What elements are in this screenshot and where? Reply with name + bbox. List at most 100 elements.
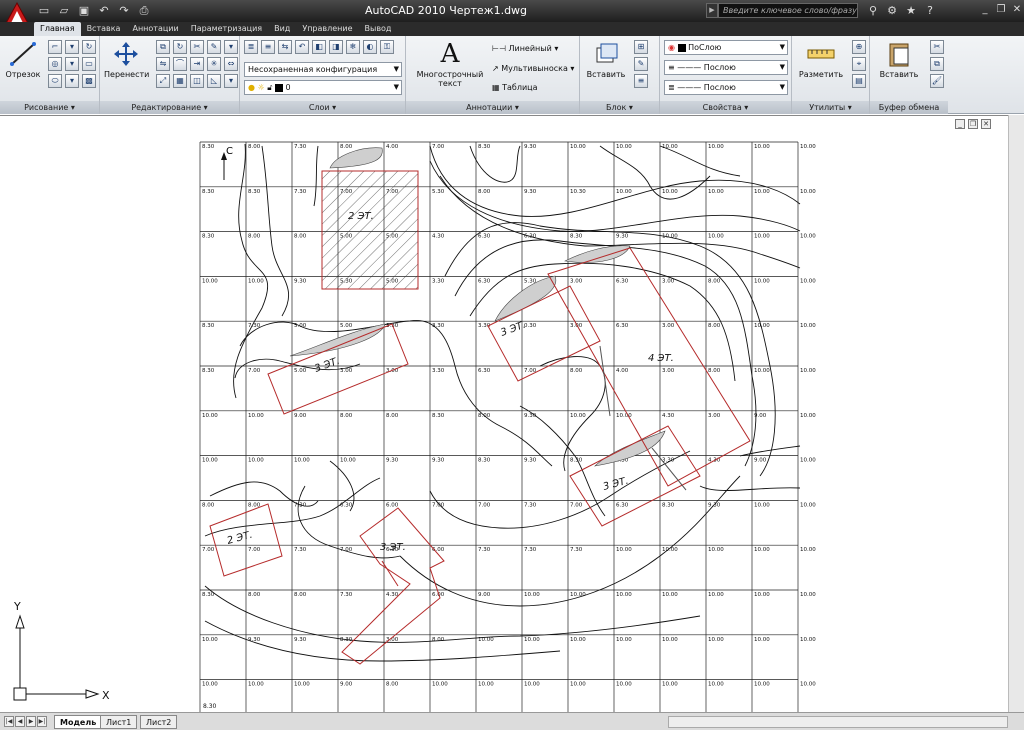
next-layout-icon[interactable]: ▶ [26,716,36,727]
match-properties-icon[interactable]: 🖌︎ [930,74,944,88]
linetype-dropdown[interactable]: ≡ ——— Послою ▼ [664,60,788,75]
tab-manage[interactable]: Управление [296,22,358,36]
vertical-scrollbar[interactable] [1008,115,1024,712]
calculator-icon[interactable]: ▤ [852,74,866,88]
star-icon[interactable]: ★ [904,3,918,18]
fillet-icon[interactable]: ⌒ [173,57,187,71]
open-icon[interactable]: ▱ [56,3,72,18]
offset-icon[interactable]: ◫ [190,74,204,88]
multiline-text-button[interactable]: A Многострочный текст [410,40,490,88]
gear-icon[interactable]: ⚙ [885,3,899,18]
layer-freeze-icon[interactable]: ❄ [346,40,360,54]
panel-modify-title[interactable]: Редактирование ▾ [100,101,239,114]
color-dropdown[interactable]: ◉ ПоСлою ▼ [664,40,788,55]
panel-annotation-title[interactable]: Аннотации ▾ [406,101,579,114]
line-button[interactable]: Отрезок [4,40,42,79]
trim-icon[interactable]: ✂ [190,40,204,54]
id-point-icon[interactable]: ⌖ [852,57,866,71]
last-layout-icon[interactable]: ▶| [37,716,47,727]
array-icon[interactable]: ▦ [173,74,187,88]
panel-draw-title[interactable]: Рисование ▾ [0,101,99,114]
move-button[interactable]: Перенести [104,40,149,79]
block-attributes-icon[interactable]: ≡ [634,74,648,88]
drawing-minimize-icon[interactable]: _ [955,119,965,129]
ellipse-dropdown-icon[interactable]: ▾ [65,74,79,88]
drawing-restore-icon[interactable]: ❐ [968,119,978,129]
hatch-icon[interactable]: ▩ [82,74,96,88]
rectangle-icon[interactable]: ▭ [82,57,96,71]
rotate-icon[interactable]: ↻ [173,40,187,54]
layer-properties-icon[interactable]: ≣ [244,40,258,54]
layer-previous-icon[interactable]: ↶ [295,40,309,54]
circle-icon[interactable]: ◎ [48,57,62,71]
explode-icon[interactable]: ✳ [207,57,221,71]
tab-view[interactable]: Вид [268,22,296,36]
layer-off-icon[interactable]: ◐ [363,40,377,54]
tab-home[interactable]: Главная [34,22,81,36]
lineweight-dropdown[interactable]: ≣ ——— Послою ▼ [664,80,788,95]
layout-tab-sheet1[interactable]: Лист1 [100,715,138,729]
close-icon[interactable]: ✕ [1010,3,1024,17]
save-icon[interactable]: ▣ [76,3,92,18]
minimize-icon[interactable]: _ [978,3,992,17]
panel-utilities-title[interactable]: Утилиты ▾ [792,101,869,114]
panel-block-title[interactable]: Блок ▾ [580,101,659,114]
modify-more-icon[interactable]: ▾ [224,74,238,88]
undo-icon[interactable]: ↶ [96,3,112,18]
restore-icon[interactable]: ❐ [994,3,1008,17]
ellipse-icon[interactable]: ⬭ [48,74,62,88]
help-icon[interactable]: ? [923,3,937,18]
multileader-button[interactable]: ↗ Мультивыноска ▾ [492,64,574,73]
chamfer-icon[interactable]: ◺ [207,74,221,88]
grid-elevation-label: 7.30 [340,592,353,598]
layout-tab-model[interactable]: Модель [54,715,103,729]
paste-button[interactable]: Вставить [874,40,924,79]
horizontal-scrollbar[interactable] [668,716,1008,728]
insert-block-button[interactable]: Вставить [584,40,628,79]
table-button[interactable]: ▦ Таблица [492,83,538,92]
linear-dimension-button[interactable]: ⊢⊣ Линейный ▾ [492,44,558,53]
layer-unisolate-icon[interactable]: ◨ [329,40,343,54]
layer-lock-icon[interactable]: ⚿ [380,40,394,54]
circle-dropdown-icon[interactable]: ▾ [65,57,79,71]
search-expand-icon[interactable]: ▶ [706,3,718,18]
new-icon[interactable]: ▭ [36,3,52,18]
erase-icon[interactable]: ✎ [207,40,221,54]
create-block-icon[interactable]: ⊞ [634,40,648,54]
copy-clip-icon[interactable]: ⧉ [930,57,944,71]
quick-select-icon[interactable]: ⊕ [852,40,866,54]
layer-states-icon[interactable]: ≡ [261,40,275,54]
edit-block-icon[interactable]: ✎ [634,57,648,71]
first-layout-icon[interactable]: |◀ [4,716,14,727]
layer-match-icon[interactable]: ⇆ [278,40,292,54]
prev-layout-icon[interactable]: ◀ [15,716,25,727]
layout-tab-sheet2[interactable]: Лист2 [140,715,178,729]
tab-output[interactable]: Вывод [359,22,398,36]
mirror-icon[interactable]: ⇋ [156,57,170,71]
layer-isolate-icon[interactable]: ◧ [312,40,326,54]
tab-annotate[interactable]: Аннотации [126,22,184,36]
current-layer-dropdown[interactable]: ● ☼ 🔓︎ 0 ▼ [244,80,402,95]
layer-state-dropdown[interactable]: Несохраненная конфигурация слоев▼ [244,62,402,87]
scale-icon[interactable]: ⤢ [156,74,170,88]
drawing-canvas[interactable]: _ ❐ ✕ 8.30 8.00 7.30 8.00 4.00 7.00 8.30 9.30 10… [0,115,1024,730]
cut-icon[interactable]: ✂ [930,40,944,54]
tab-parametric[interactable]: Параметризация [185,22,268,36]
panel-layers-title[interactable]: Слои ▾ [240,101,405,114]
search-input[interactable]: Введите ключевое слово/фразу [718,3,858,18]
binoculars-icon[interactable]: ⚲ [866,3,880,18]
copy-icon[interactable]: ⧉ [156,40,170,54]
print-icon[interactable]: ⎙ [136,3,152,18]
panel-clipboard-title[interactable]: Буфер обмена [870,101,948,114]
arc-dropdown-icon[interactable]: ▾ [65,40,79,54]
stretch-icon[interactable]: ⇔ [224,57,238,71]
polyline-icon[interactable]: ⌐ [48,40,62,54]
redo-icon[interactable]: ↷ [116,3,132,18]
extend-icon[interactable]: ⇥ [190,57,204,71]
move-rotate-icon[interactable]: ↻ [82,40,96,54]
panel-properties-title[interactable]: Свойства ▾ [660,101,791,114]
tab-insert[interactable]: Вставка [81,22,127,36]
drawing-close-icon[interactable]: ✕ [981,119,991,129]
modify-dropdown-icon[interactable]: ▾ [224,40,238,54]
measure-button[interactable]: Разметить [796,40,846,79]
